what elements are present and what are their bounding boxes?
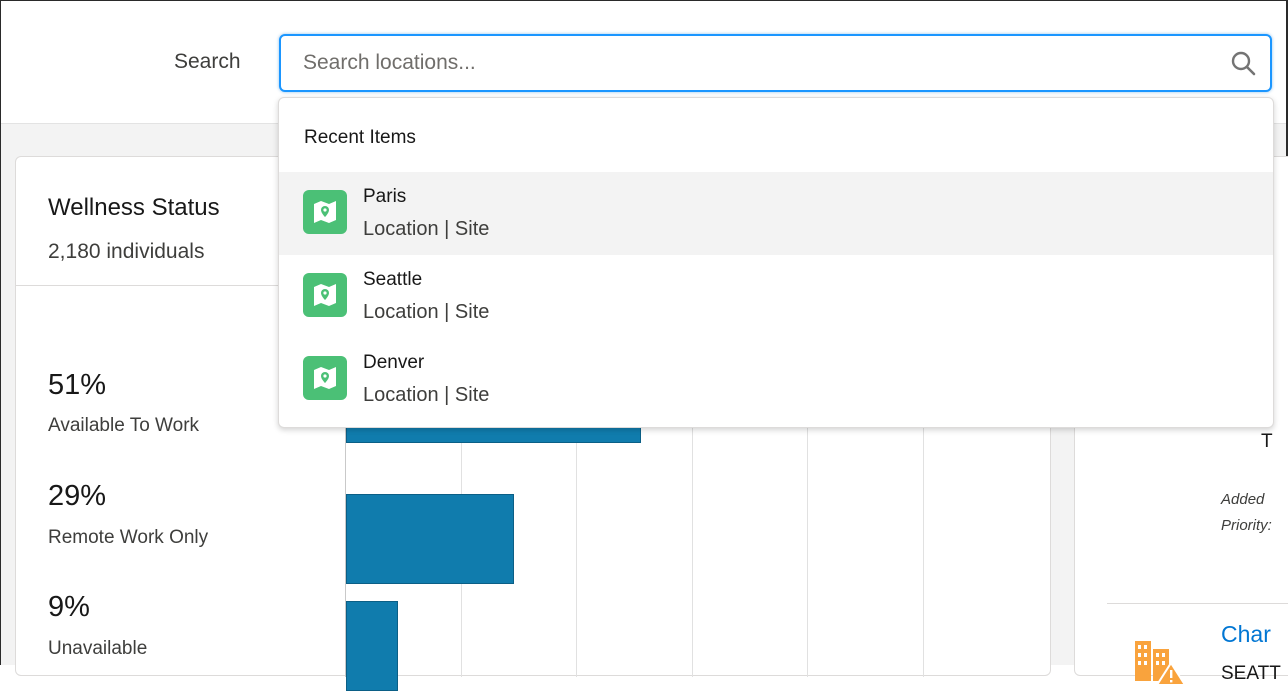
search-input[interactable] — [303, 36, 1223, 90]
item-type: Location | Site — [363, 218, 490, 240]
item-name: Seattle — [363, 269, 423, 290]
item-name: Denver — [363, 352, 425, 373]
individuals-count: 2,180 individuals — [48, 240, 205, 263]
stat-percent: 9% — [48, 591, 90, 623]
search-results-dropdown: Recent Items Paris Location | Site Seatt… — [278, 97, 1274, 428]
search-label: Search — [174, 50, 241, 73]
stat-percent: 51% — [48, 369, 107, 401]
item-name: Paris — [363, 186, 407, 207]
location-map-icon — [303, 273, 347, 317]
recent-item-seattle[interactable]: Seattle Location | Site — [279, 255, 1273, 338]
record-link[interactable]: Char — [1221, 621, 1271, 648]
recent-items-header: Recent Items — [304, 127, 416, 148]
stat-label: Available To Work — [48, 415, 200, 436]
stat-label: Remote Work Only — [48, 527, 209, 548]
record-location: SEATT — [1221, 663, 1281, 684]
building-warning-icon — [1135, 641, 1185, 686]
search-box[interactable] — [279, 34, 1272, 92]
chart-bar[interactable] — [346, 494, 514, 584]
truncated-text: T — [1261, 431, 1273, 452]
item-type: Location | Site — [363, 301, 490, 323]
stat-percent: 29% — [48, 480, 107, 512]
location-map-icon — [303, 356, 347, 400]
search-icon[interactable] — [1230, 50, 1256, 76]
stat-label: Unavailable — [48, 638, 148, 659]
item-type: Location | Site — [363, 384, 490, 406]
added-label: Added — [1221, 491, 1265, 508]
recent-item-paris[interactable]: Paris Location | Site — [279, 172, 1273, 255]
priority-label: Priority: — [1221, 517, 1272, 534]
recent-item-denver[interactable]: Denver Location | Site — [279, 338, 1273, 421]
card-divider — [1107, 603, 1288, 604]
location-map-icon — [303, 190, 347, 234]
chart-bar[interactable] — [346, 601, 398, 691]
card-title: Wellness Status — [48, 194, 220, 221]
